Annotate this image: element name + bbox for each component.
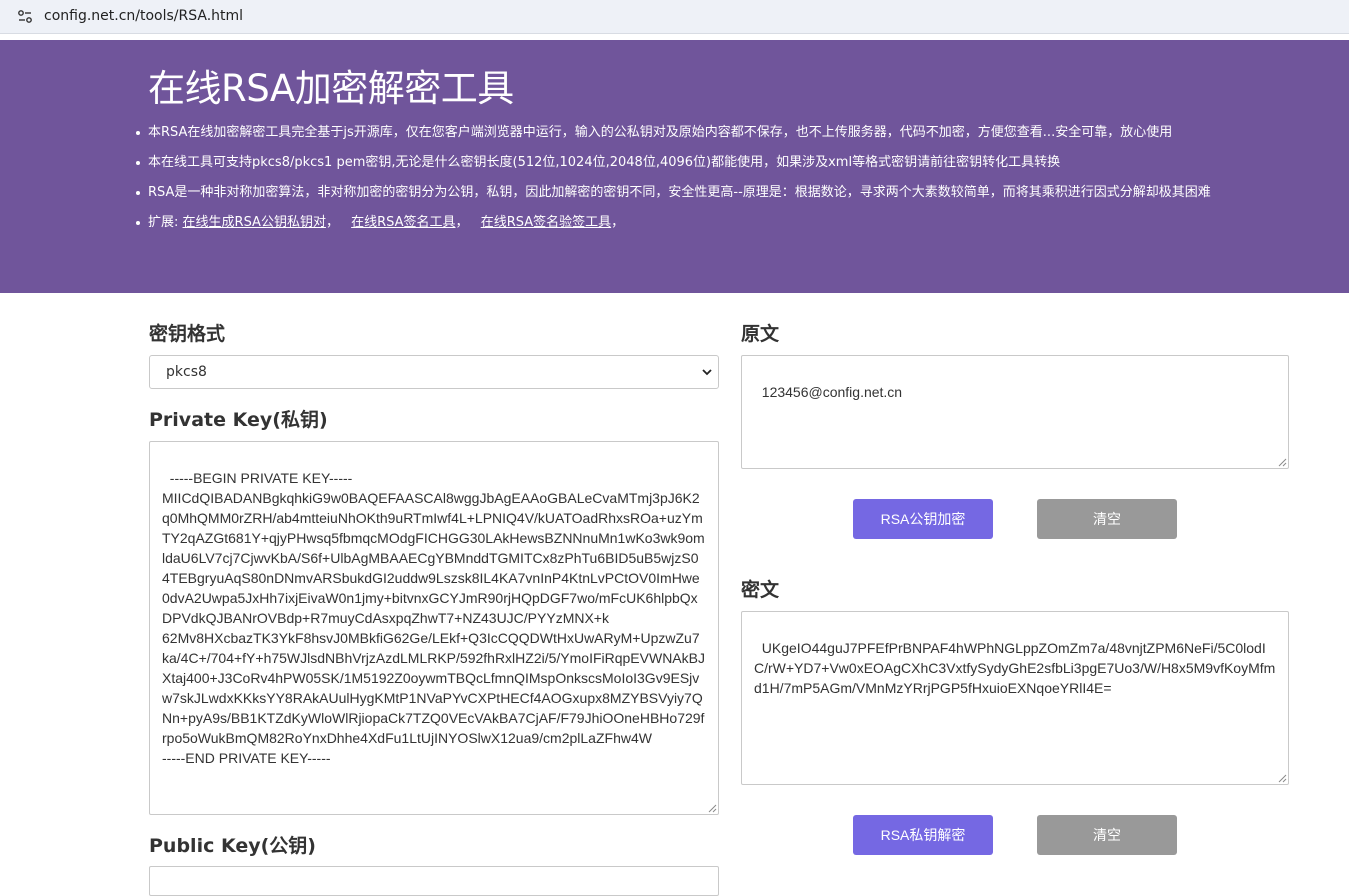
ciphertext-text: UKgeIO44guJ7PFEfPrBNPAF4hWPhNGLppZOmZm7a… — [754, 640, 1276, 696]
link-rsa-sign-tool[interactable]: 在线RSA签名工具 — [351, 215, 455, 230]
plaintext-textarea[interactable]: 123456@config.net.cn — [741, 355, 1289, 469]
clear-plaintext-button[interactable]: 清空 — [1037, 499, 1177, 539]
link-generate-rsa-keypair[interactable]: 在线生成RSA公钥私钥对 — [183, 215, 326, 230]
intro-list: 本RSA在线加密解密工具完全基于js开源库，仅在您客户端浏览器中运行，输入的公私… — [136, 118, 1288, 238]
extension-separator: ， — [455, 215, 469, 230]
rsa-public-encrypt-button[interactable]: RSA公钥加密 — [853, 499, 993, 539]
intro-bullet-2: 本在线工具可支持pkcs8/pkcs1 pem密钥,无论是什么密钥长度(512位… — [136, 148, 1288, 178]
public-key-textarea[interactable] — [149, 866, 719, 896]
plaintext-label: 原文 — [741, 323, 780, 345]
chevron-down-icon — [702, 369, 712, 376]
public-key-label: Public Key(公钥) — [149, 835, 316, 857]
private-key-text: -----BEGIN PRIVATE KEY----- MIICdQIBADAN… — [162, 470, 705, 766]
key-format-label: 密钥格式 — [149, 323, 226, 345]
private-key-label: Private Key(私钥) — [149, 409, 328, 431]
resize-grip-icon[interactable] — [1278, 458, 1287, 467]
private-key-textarea[interactable]: -----BEGIN PRIVATE KEY----- MIICdQIBADAN… — [149, 441, 719, 815]
key-format-select[interactable]: pkcs8 — [149, 355, 719, 389]
extension-prefix: 扩展: — [148, 215, 179, 230]
resize-grip-icon[interactable] — [1278, 774, 1287, 783]
link-rsa-verify-tool[interactable]: 在线RSA签名验签工具 — [481, 215, 611, 230]
intro-bullet-extensions: 扩展: 在线生成RSA公钥私钥对， 在线RSA签名工具， 在线RSA签名验签工具… — [136, 208, 1288, 238]
resize-grip-icon[interactable] — [708, 804, 717, 813]
site-info-icon[interactable] — [16, 8, 34, 26]
header-banner: 在线RSA加密解密工具 本RSA在线加密解密工具完全基于js开源库，仅在您客户端… — [0, 40, 1349, 293]
ciphertext-textarea[interactable]: UKgeIO44guJ7PFEfPrBNPAF4hWPhNGLppZOmZm7a… — [741, 611, 1289, 785]
extension-separator: ， — [325, 215, 339, 230]
extension-separator: ， — [611, 215, 625, 230]
intro-bullet-3: RSA是一种非对称加密算法，非对称加密的密钥分为公钥，私钥，因此加解密的密钥不同… — [136, 178, 1288, 208]
url-text[interactable]: config.net.cn/tools/RSA.html — [44, 7, 243, 25]
clear-ciphertext-button[interactable]: 清空 — [1037, 815, 1177, 855]
browser-address-bar[interactable]: config.net.cn/tools/RSA.html — [0, 0, 1349, 34]
rsa-private-decrypt-button[interactable]: RSA私钥解密 — [853, 815, 993, 855]
intro-bullet-1: 本RSA在线加密解密工具完全基于js开源库，仅在您客户端浏览器中运行，输入的公私… — [136, 118, 1288, 148]
ciphertext-label: 密文 — [741, 579, 780, 601]
page-title: 在线RSA加密解密工具 — [148, 67, 514, 110]
key-format-selected-value: pkcs8 — [166, 364, 207, 380]
plaintext-text: 123456@config.net.cn — [761, 384, 903, 400]
